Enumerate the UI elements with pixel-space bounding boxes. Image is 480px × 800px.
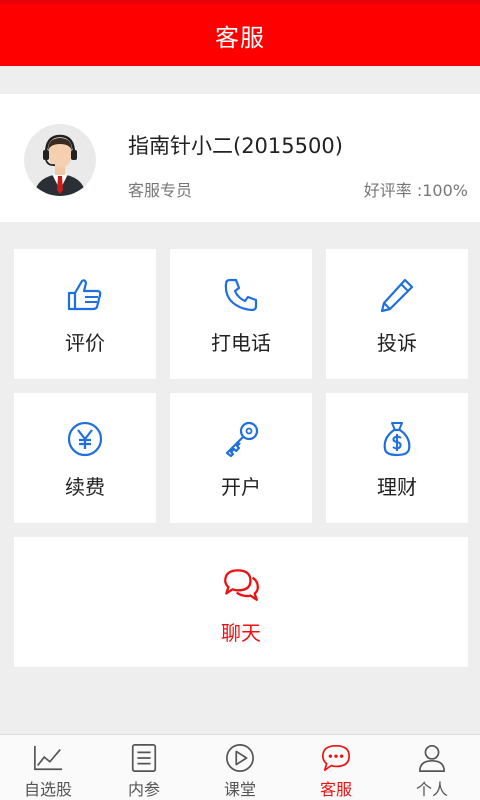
yuan-coin-icon <box>67 421 103 457</box>
complaint-label: 投诉 <box>377 331 417 355</box>
pencil-icon <box>380 278 414 313</box>
wealth-label: 理财 <box>377 475 417 499</box>
chat-button[interactable]: 聊天 <box>14 537 468 667</box>
tab-service[interactable]: 客服 <box>288 735 384 800</box>
avatar <box>24 124 96 196</box>
tab-insider[interactable]: 内参 <box>96 735 192 800</box>
agent-avatar-icon <box>24 124 96 196</box>
play-icon <box>226 744 254 772</box>
chat-bubbles-icon <box>224 569 259 601</box>
call-button[interactable]: 打电话 <box>170 249 312 379</box>
tab-watchlist[interactable]: 自选股 <box>0 735 96 800</box>
tab-insider-label: 内参 <box>127 780 160 799</box>
person-icon <box>418 744 446 772</box>
rate-label: 评价 <box>65 331 105 355</box>
chat-label: 聊天 <box>221 621 261 645</box>
renew-button[interactable]: 续费 <box>14 393 156 523</box>
thumbs-up-icon <box>67 279 102 311</box>
page-title: 客服 <box>215 23 265 52</box>
tab-service-label: 客服 <box>319 780 352 799</box>
complaint-button[interactable]: 投诉 <box>326 249 468 379</box>
rate-button[interactable]: 评价 <box>14 249 156 379</box>
agent-rating: 好评率 :100% <box>363 181 468 200</box>
phone-icon <box>224 278 258 312</box>
tab-watchlist-label: 自选股 <box>23 780 72 799</box>
agent-card[interactable]: 指南针小二(2015500) 客服专员 好评率 :100% <box>0 94 480 222</box>
tab-classroom-label: 课堂 <box>223 780 256 799</box>
open-account-label: 开户 <box>221 475 261 499</box>
key-icon <box>225 421 259 458</box>
title-bar: 客服 <box>0 4 480 66</box>
bottom-tab-bar: 自选股 内参 课堂 客服 个人 <box>0 734 480 800</box>
stock-chart-icon <box>34 745 63 771</box>
money-bag-icon <box>383 422 411 457</box>
wealth-button[interactable]: 理财 <box>326 393 468 523</box>
document-icon <box>131 744 157 772</box>
agent-role: 客服专员 <box>128 181 193 200</box>
renew-label: 续费 <box>65 475 105 499</box>
call-label: 打电话 <box>211 331 271 355</box>
tab-profile[interactable]: 个人 <box>384 735 480 800</box>
tab-classroom[interactable]: 课堂 <box>192 735 288 800</box>
tab-profile-label: 个人 <box>415 780 448 799</box>
open-account-button[interactable]: 开户 <box>170 393 312 523</box>
chat-icon <box>322 744 350 772</box>
agent-name: 指南针小二(2015500) <box>128 134 343 158</box>
